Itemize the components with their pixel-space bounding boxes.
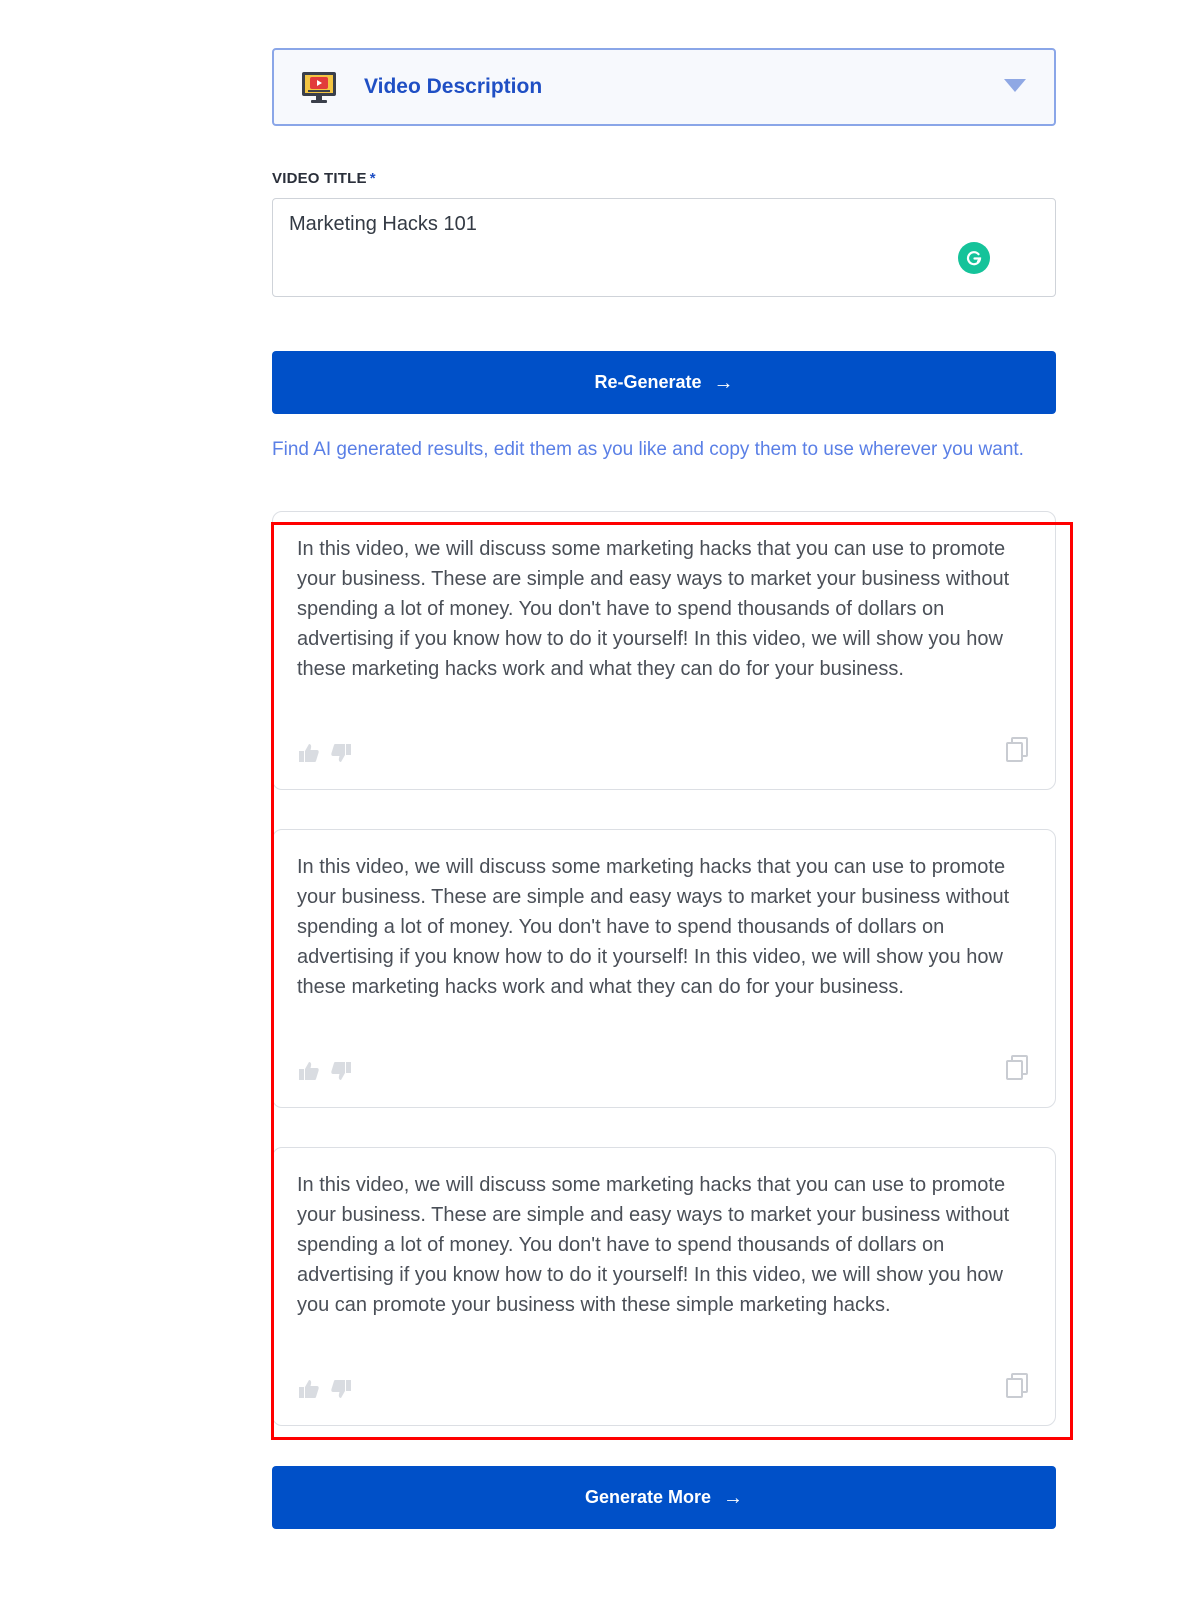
result-card: In this video, we will discuss some mark… bbox=[272, 1147, 1056, 1426]
copy-icon[interactable] bbox=[1005, 1055, 1029, 1081]
regenerate-button[interactable]: Re-Generate → bbox=[272, 351, 1056, 414]
grammarly-g-icon bbox=[966, 251, 982, 266]
generate-more-button[interactable]: Generate More → bbox=[272, 1466, 1056, 1529]
arrow-right-icon: → bbox=[713, 371, 734, 394]
feedback-buttons bbox=[297, 1059, 353, 1083]
regenerate-button-label: Re-Generate bbox=[594, 372, 702, 392]
generate-more-button-label: Generate More bbox=[584, 1487, 712, 1507]
result-card: In this video, we will discuss some mark… bbox=[272, 829, 1056, 1108]
thumbs-down-icon[interactable] bbox=[329, 741, 353, 765]
result-text[interactable]: In this video, we will discuss some mark… bbox=[297, 1170, 1027, 1320]
result-text[interactable]: In this video, we will discuss some mark… bbox=[297, 852, 1027, 1002]
video-title-input[interactable] bbox=[272, 198, 1056, 297]
template-select[interactable]: Video Description bbox=[272, 48, 1056, 126]
arrow-right-icon: → bbox=[723, 1486, 744, 1509]
template-select-label: Video Description bbox=[364, 75, 543, 98]
thumbs-up-icon[interactable] bbox=[297, 741, 321, 765]
thumbs-down-icon[interactable] bbox=[329, 1059, 353, 1083]
required-marker: * bbox=[369, 170, 376, 187]
grammarly-icon[interactable] bbox=[958, 242, 990, 274]
copy-icon[interactable] bbox=[1005, 1373, 1029, 1399]
video-title-label-text: VIDEO TITLE bbox=[272, 170, 367, 187]
video-title-label: VIDEO TITLE * bbox=[272, 170, 376, 187]
feedback-buttons bbox=[297, 741, 353, 765]
result-text[interactable]: In this video, we will discuss some mark… bbox=[297, 534, 1027, 684]
copy-icon[interactable] bbox=[1005, 737, 1029, 763]
thumbs-down-icon[interactable] bbox=[329, 1377, 353, 1401]
result-card: In this video, we will discuss some mark… bbox=[272, 511, 1056, 790]
thumbs-up-icon[interactable] bbox=[297, 1377, 321, 1401]
results-hint: Find AI generated results, edit them as … bbox=[272, 439, 1024, 460]
feedback-buttons bbox=[297, 1377, 353, 1401]
chevron-down-icon[interactable] bbox=[1004, 79, 1026, 92]
thumbs-up-icon[interactable] bbox=[297, 1059, 321, 1083]
monitor-video-icon bbox=[302, 72, 336, 103]
